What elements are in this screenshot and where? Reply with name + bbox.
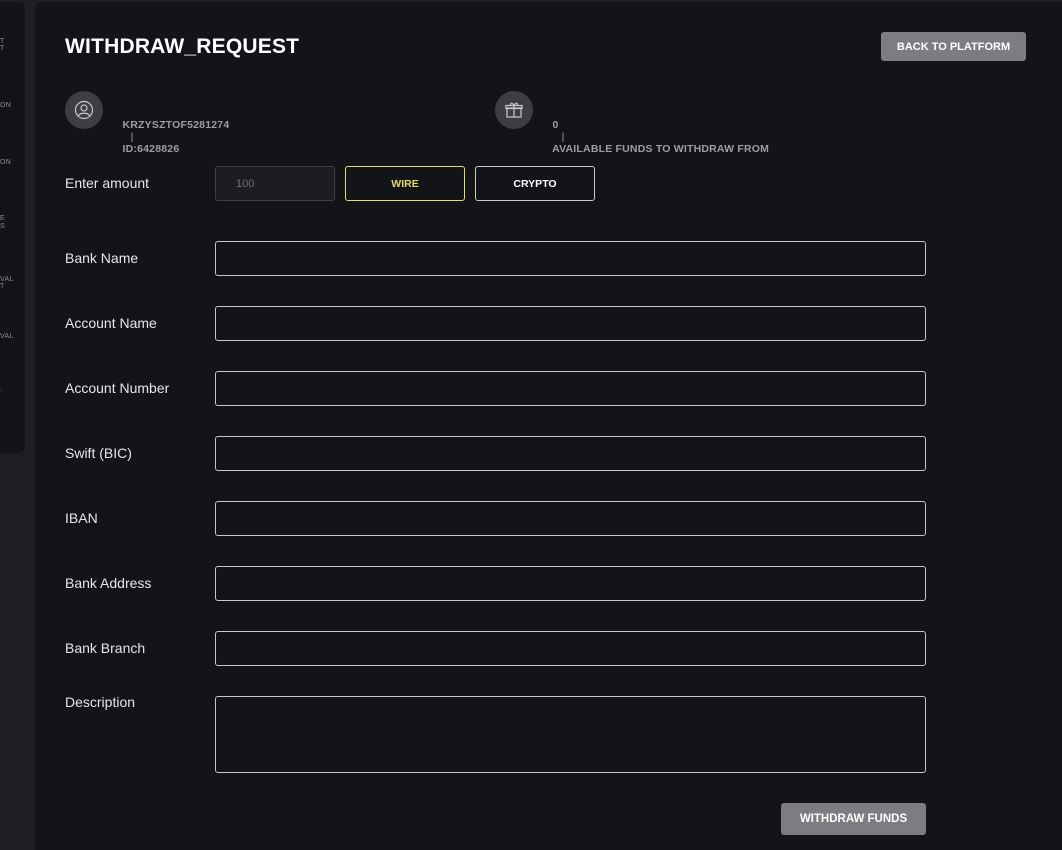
sidebar: T T ON ON E S VAL T VAL . [0,2,25,453]
gift-icon [505,102,523,118]
sidebar-item-fragment[interactable]: . [0,386,2,393]
crypto-method-button[interactable]: CRYPTO [475,166,595,201]
bank-address-label: Bank Address [65,575,152,591]
sidebar-item-fragment[interactable]: T [0,283,5,290]
separator: | [561,131,565,143]
account-number-label: Account Number [65,380,170,396]
available-funds-label: AVAILABLE FUNDS TO WITHDRAW FROM [552,143,770,155]
enter-amount-label: Enter amount [65,175,150,191]
iban-label: IBAN [65,510,98,526]
bank-address-field[interactable] [215,566,926,601]
sidebar-item-fragment[interactable]: VAL [0,276,14,283]
withdraw-funds-button[interactable]: WITHDRAW FUNDS [781,803,926,835]
username: KRZYSZTOF5281274 [122,119,230,131]
description-label: Description [65,694,136,710]
withdraw-panel: WITHDRAW_REQUEST BACK TO PLATFORM KRZYSZ… [35,2,1062,850]
avatar [65,91,103,129]
description-field[interactable] [215,696,926,773]
sidebar-item-fragment[interactable]: VAL [0,333,14,340]
page-title: WITHDRAW_REQUEST [65,35,300,58]
sidebar-item-fragment[interactable]: T [0,45,5,52]
bank-name-label: Bank Name [65,250,139,266]
swift-field[interactable] [215,436,926,471]
sidebar-item-fragment[interactable]: T [0,38,5,45]
wire-method-button[interactable]: WIRE [345,166,465,201]
sidebar-item-fragment[interactable]: ON [0,102,11,109]
swift-label: Swift (BIC) [65,445,132,461]
separator: | [130,131,134,143]
sidebar-item-fragment[interactable]: S [0,223,5,230]
funds-badge [495,91,533,129]
account-name-field[interactable] [215,306,926,341]
amount-input[interactable] [215,166,335,201]
bank-branch-label: Bank Branch [65,640,146,656]
user-info: KRZYSZTOF5281274 | ID:6428826 [110,107,229,167]
available-amount: 0 [552,119,559,131]
back-to-platform-button[interactable]: BACK TO PLATFORM [881,32,1026,61]
bank-name-field[interactable] [215,241,926,276]
sidebar-item-fragment[interactable]: ON [0,159,11,166]
user-icon [74,100,94,120]
account-name-label: Account Name [65,315,157,331]
funds-info: 0 | AVAILABLE FUNDS TO WITHDRAW FROM [540,107,769,167]
account-number-field[interactable] [215,371,926,406]
user-id: ID:6428826 [122,143,180,155]
sidebar-item-fragment[interactable]: E [0,215,5,222]
iban-field[interactable] [215,501,926,536]
bank-branch-field[interactable] [215,631,926,666]
